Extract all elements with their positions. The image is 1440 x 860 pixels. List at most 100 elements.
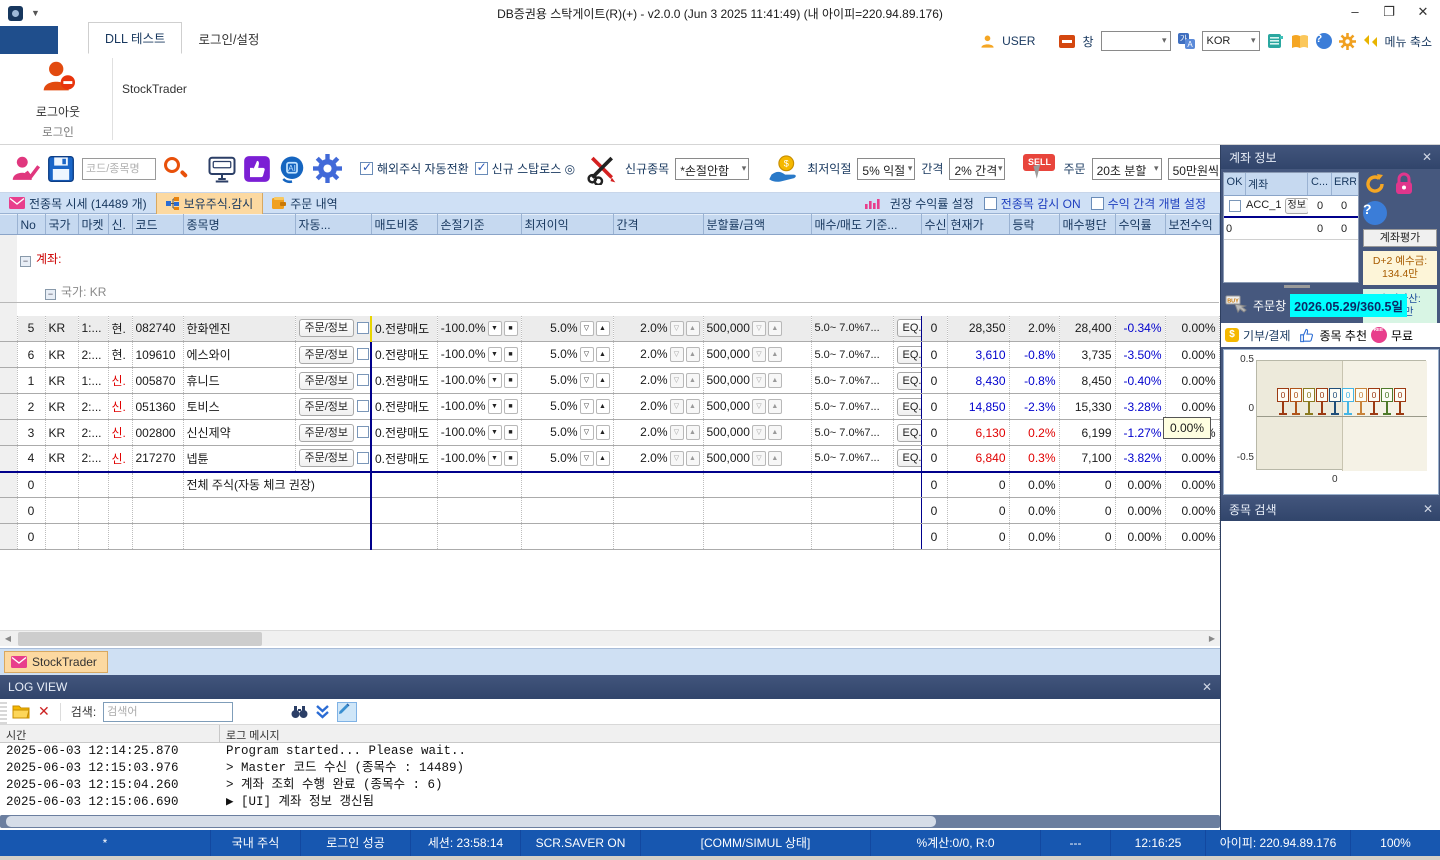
log-col-message[interactable]: 로그 메시지 (220, 725, 1220, 742)
account-eval-button[interactable]: 계좌평가 (1363, 229, 1437, 247)
overseas-auto-checkbox[interactable]: 해외주식 자동전환 (360, 160, 469, 177)
find-binoculars-icon[interactable] (291, 705, 308, 719)
eq-button[interactable]: EQ. (897, 319, 922, 337)
spin-down-icon[interactable]: ▽ (752, 425, 766, 440)
grid-header-indicator[interactable] (0, 215, 17, 235)
contacts-icon[interactable] (1267, 33, 1284, 49)
log-row[interactable]: 2025-06-03 12:15:03.976> Master 코드 수신 (종… (0, 760, 1220, 777)
spin-down-icon[interactable]: ▽ (670, 425, 684, 440)
grid-header-수익률[interactable]: 수익률 (1115, 215, 1165, 235)
window-select[interactable] (1101, 31, 1171, 51)
spin-down-icon[interactable]: ▽ (580, 321, 594, 336)
collapse-icon[interactable]: − (20, 256, 31, 267)
grid-header-손절기준[interactable]: 손절기준 (437, 215, 521, 235)
row-checkbox[interactable] (357, 322, 369, 334)
log-col-time[interactable]: 시간 (0, 725, 220, 742)
gap-select[interactable]: 2% 간격 (949, 158, 1005, 180)
grid-header-매수평단[interactable]: 매수평단 (1059, 215, 1115, 235)
grid-header-자동...[interactable]: 자동... (295, 215, 371, 235)
stop-icon[interactable]: ■ (504, 373, 518, 388)
row-checkbox[interactable] (357, 400, 369, 412)
tab-dll-test[interactable]: DLL 테스트 (88, 22, 182, 54)
watch-all-checkbox[interactable]: 전종목 감시 ON (984, 195, 1081, 212)
spin-up-icon[interactable]: ▲ (768, 373, 782, 388)
spin-down-icon[interactable]: ▼ (488, 451, 502, 466)
spin-up-icon[interactable]: ▲ (768, 425, 782, 440)
spin-up-icon[interactable]: ▲ (596, 373, 610, 388)
spin-up-icon[interactable]: ▲ (686, 347, 700, 362)
spin-up-icon[interactable]: ▲ (686, 451, 700, 466)
thumbs-up-icon[interactable] (243, 155, 271, 183)
spin-down-icon[interactable]: ▽ (580, 399, 594, 414)
stop-icon[interactable]: ■ (504, 347, 518, 362)
log-row[interactable]: 2025-06-03 12:15:06.690▶ [UI] 계좌 정보 갱신됨 (0, 794, 1220, 811)
spin-up-icon[interactable]: ▲ (768, 347, 782, 362)
stop-icon[interactable]: ■ (504, 451, 518, 466)
group-row[interactable]: −계좌: (17, 248, 1219, 269)
eq-button[interactable]: EQ. (897, 372, 922, 390)
tab-login-settings[interactable]: 로그인/설정 (182, 24, 275, 54)
account-row-2[interactable]: 0 0 0 (1224, 218, 1358, 240)
row-checkbox[interactable] (357, 426, 369, 438)
monitor-icon[interactable] (207, 155, 237, 183)
close-icon[interactable]: ✕ (1423, 502, 1433, 516)
grid-header-No[interactable]: No (17, 215, 45, 235)
language-select[interactable]: KOR (1202, 31, 1260, 51)
spin-up-icon[interactable]: ▲ (768, 321, 782, 336)
grid-header-매도비중[interactable]: 매도비중 (371, 215, 437, 235)
order-info-button[interactable]: 주문/정보 (299, 449, 355, 467)
grid-header-등락[interactable]: 등락 (1009, 215, 1059, 235)
close-icon[interactable]: ✕ (1202, 680, 1212, 694)
auto-gear-icon[interactable] (313, 154, 342, 183)
file-menu-button[interactable] (0, 26, 58, 54)
order-info-button[interactable]: 주문/정보 (299, 319, 355, 337)
window-label[interactable]: 창 (1082, 33, 1093, 50)
order-window-label[interactable]: 주문창 (1253, 297, 1286, 314)
scroll-thumb[interactable] (6, 816, 936, 827)
gap-individual-checkbox[interactable]: 수익 간격 개별 설정 (1091, 195, 1206, 212)
logout-button[interactable]: 로그아웃 (26, 60, 90, 120)
donate-label[interactable]: 기부/결제 (1243, 327, 1291, 344)
row-checkbox[interactable] (357, 348, 369, 360)
ai-brain-icon[interactable]: AI (277, 154, 307, 184)
stop-icon[interactable]: ■ (504, 425, 518, 440)
order-info-button[interactable]: 주문/정보 (299, 372, 355, 390)
order-info-button[interactable]: 주문/정보 (299, 346, 355, 364)
spin-up-icon[interactable]: ▲ (596, 425, 610, 440)
help-icon[interactable]: ? (1316, 33, 1332, 49)
spin-down-icon[interactable]: ▽ (580, 373, 594, 388)
tab-order-history[interactable]: 주문 내역 (263, 193, 347, 214)
spin-up-icon[interactable]: ▲ (596, 347, 610, 362)
manual-book-icon[interactable] (1291, 34, 1309, 49)
user-label[interactable]: USER (1002, 34, 1035, 48)
spin-up-icon[interactable]: ▲ (686, 399, 700, 414)
spin-up-icon[interactable]: ▲ (768, 399, 782, 414)
spin-up-icon[interactable]: ▲ (686, 373, 700, 388)
spin-up-icon[interactable]: ▲ (596, 399, 610, 414)
spin-down-icon[interactable]: ▽ (670, 373, 684, 388)
min-profit-select[interactable]: 5% 익절 (857, 158, 915, 180)
grid-header-수신[interactable]: 수신 (921, 215, 947, 235)
close-button[interactable]: ✕ (1406, 1, 1440, 25)
account-row[interactable]: ACC_1 정보 0 0 (1224, 196, 1358, 218)
spin-up-icon[interactable]: ▲ (768, 451, 782, 466)
stocktrader-label[interactable]: StockTrader (122, 82, 187, 96)
spin-down-icon[interactable]: ▽ (670, 399, 684, 414)
stock-code-input[interactable] (82, 158, 156, 180)
recommend-label[interactable]: 종목 추천 (1320, 327, 1368, 344)
grid-header-신.[interactable]: 신. (108, 215, 132, 235)
stop-icon[interactable]: ■ (504, 399, 518, 414)
help-icon[interactable]: ? (1363, 201, 1387, 225)
eq-button[interactable]: EQ. (897, 346, 922, 364)
order-info-button[interactable]: 주문/정보 (299, 398, 355, 416)
spin-down-icon[interactable]: ▽ (670, 347, 684, 362)
grid-header-종목명[interactable]: 종목명 (183, 215, 295, 235)
log-row[interactable]: 2025-06-03 12:14:25.870Program started..… (0, 743, 1220, 760)
spin-down-icon[interactable]: ▽ (752, 373, 766, 388)
log-search-input[interactable] (103, 702, 233, 722)
order-time-select[interactable]: 20초 분할 (1092, 158, 1162, 180)
spin-up-icon[interactable]: ▲ (686, 321, 700, 336)
group-row[interactable]: −국가: KR (17, 282, 1219, 303)
spin-up-icon[interactable]: ▲ (686, 425, 700, 440)
free-label[interactable]: 무료 (1391, 327, 1413, 344)
